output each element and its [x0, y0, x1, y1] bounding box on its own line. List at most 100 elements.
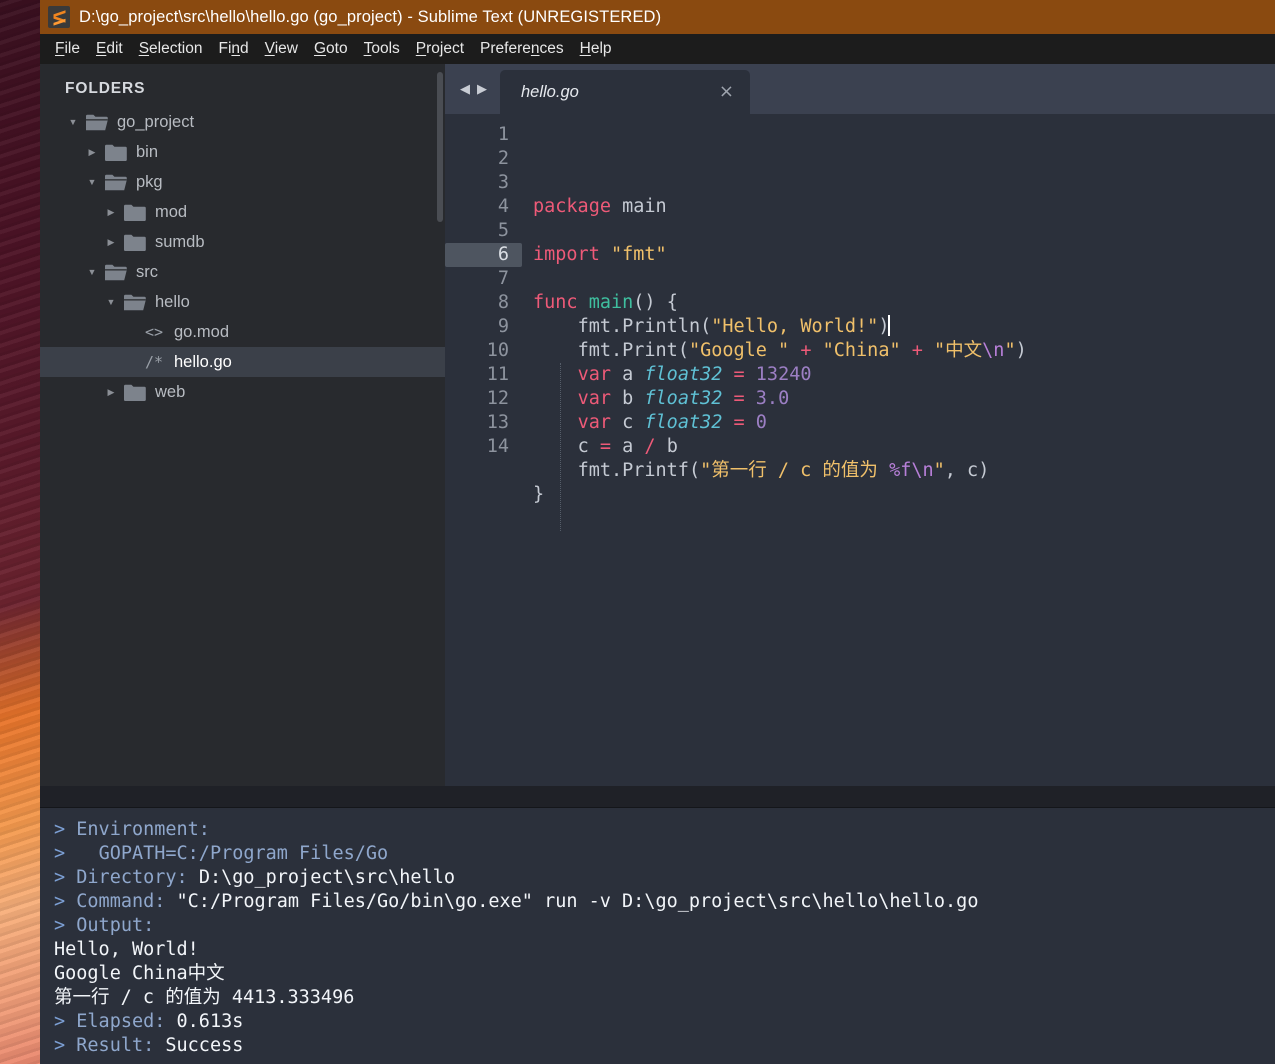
code-line: fmt.Print("Google " + "China" + "中文\n") — [533, 339, 1275, 363]
tree-item-hello[interactable]: ▼ hello — [40, 287, 445, 317]
console-label: Directory: — [76, 867, 199, 888]
tab-hello-go[interactable]: hello.go × — [500, 70, 750, 114]
tree-item-label: sumdb — [155, 233, 205, 252]
code-line: var c float32 = 0 — [533, 411, 1275, 435]
console-value: Google China中文 — [54, 963, 225, 984]
panel-separator — [40, 786, 1275, 808]
code-line: package main — [533, 195, 1275, 219]
sidebar-scrollbar[interactable] — [437, 72, 443, 222]
tree-item-label: src — [136, 263, 158, 282]
chevron-down-icon[interactable]: ▼ — [84, 268, 100, 277]
tree-item-hello-go[interactable]: /*hello.go — [40, 347, 445, 377]
side-bar: FOLDERS ▼go_project▶bin▼pkg▶mod▶sumdb▼sr… — [40, 64, 445, 786]
chevron-right-icon[interactable]: ▶ — [103, 388, 119, 397]
menu-edit[interactable]: Edit — [88, 37, 131, 61]
folder-open-icon — [105, 264, 127, 281]
mod-file-icon: <> — [143, 323, 165, 341]
console-value: D:\go_project\src\hello — [199, 867, 455, 888]
code-editor[interactable]: 1234567891011121314 package main import … — [445, 114, 1275, 786]
menu-file[interactable]: File — [47, 37, 88, 61]
chevron-right-icon[interactable]: ▶ — [84, 148, 100, 157]
text-caret — [888, 315, 890, 336]
console-label: GOPATH=C:/Program Files/Go — [99, 843, 389, 864]
line-number: 6 — [445, 243, 522, 267]
tree-item-label: mod — [155, 203, 187, 222]
chevron-right-icon[interactable]: ▶ — [103, 238, 119, 247]
code-line: c = a / b — [533, 435, 1275, 459]
tree-item-label: go.mod — [174, 323, 229, 342]
line-number: 8 — [445, 291, 522, 315]
indent-guide — [560, 363, 561, 531]
code-line: fmt.Printf("第一行 / c 的值为 %f\n", c) — [533, 459, 1275, 483]
console-line: Hello, World! — [54, 938, 1275, 962]
tab-prev-icon[interactable]: ◀ — [460, 83, 470, 96]
sublime-logo-icon — [48, 6, 70, 28]
folder-closed-icon — [124, 234, 146, 251]
console-value: 第一行 / c 的值为 4413.333496 — [54, 987, 354, 1008]
console-prompt: > — [54, 843, 99, 864]
menu-goto[interactable]: Goto — [306, 37, 356, 61]
tree-item-go-project[interactable]: ▼go_project — [40, 107, 445, 137]
console-label: Command: — [76, 891, 176, 912]
code-line: } — [533, 483, 1275, 507]
tree-indent-spacer — [122, 328, 138, 337]
menu-help[interactable]: Help — [572, 37, 620, 61]
tree-item-pkg[interactable]: ▼ pkg — [40, 167, 445, 197]
chevron-down-icon[interactable]: ▼ — [65, 118, 81, 127]
tree-item-sumdb[interactable]: ▶ sumdb — [40, 227, 445, 257]
menu-selection[interactable]: Selection — [131, 37, 211, 61]
folder-closed-icon — [124, 384, 146, 401]
line-number: 9 — [445, 315, 522, 339]
console-line: > Output: — [54, 914, 1275, 938]
console-line: > Elapsed: 0.613s — [54, 1010, 1275, 1034]
tab-nav-arrows: ◀ ▶ — [450, 64, 500, 114]
tree-item-go-mod[interactable]: <> go.mod — [40, 317, 445, 347]
window-title: D:\go_project\src\hello\hello.go (go_pro… — [79, 8, 661, 27]
line-number: 12 — [445, 387, 522, 411]
chevron-down-icon[interactable]: ▼ — [103, 298, 119, 307]
console-prompt: > — [54, 1035, 76, 1056]
folder-closed-icon — [105, 144, 127, 161]
tree-item-bin[interactable]: ▶ bin — [40, 137, 445, 167]
close-icon[interactable]: × — [717, 83, 736, 101]
tree-item-label: hello — [155, 293, 190, 312]
menu-view[interactable]: View — [257, 37, 306, 61]
sublime-text-window: D:\go_project\src\hello\hello.go (go_pro… — [40, 0, 1275, 1064]
console-line: > Directory: D:\go_project\src\hello — [54, 866, 1275, 890]
console-line: 第一行 / c 的值为 4413.333496 — [54, 986, 1275, 1010]
tree-item-web[interactable]: ▶ web — [40, 377, 445, 407]
menu-preferences[interactable]: Preferences — [472, 37, 572, 61]
go-file-icon: /* — [143, 353, 165, 371]
chevron-right-icon[interactable]: ▶ — [103, 208, 119, 217]
tree-item-label: pkg — [136, 173, 163, 192]
menu-find[interactable]: Find — [210, 37, 256, 61]
console-line: > Command: "C:/Program Files/Go/bin\go.e… — [54, 890, 1275, 914]
tree-item-label: web — [155, 383, 185, 402]
tree-item-mod[interactable]: ▶ mod — [40, 197, 445, 227]
code-content[interactable]: package main import "fmt" func main() { … — [522, 123, 1275, 786]
menu-project[interactable]: Project — [408, 37, 472, 61]
line-number: 1 — [445, 123, 522, 147]
folder-closed-icon — [124, 204, 146, 221]
tree-item-src[interactable]: ▼ src — [40, 257, 445, 287]
console-label: Output: — [76, 915, 154, 936]
build-output-console[interactable]: > Environment:> GOPATH=C:/Program Files/… — [40, 808, 1275, 1064]
workspace: FOLDERS ▼go_project▶bin▼pkg▶mod▶sumdb▼sr… — [40, 64, 1275, 1064]
line-number: 14 — [445, 435, 522, 459]
title-bar: D:\go_project\src\hello\hello.go (go_pro… — [40, 0, 1275, 34]
folder-tree: ▼go_project▶bin▼pkg▶mod▶sumdb▼src▼hello … — [40, 107, 445, 407]
tree-indent-spacer — [122, 358, 138, 367]
chevron-down-icon[interactable]: ▼ — [84, 178, 100, 187]
code-line — [533, 507, 1275, 531]
console-prompt: > — [54, 891, 76, 912]
line-number-gutter: 1234567891011121314 — [445, 123, 522, 786]
line-number: 7 — [445, 267, 522, 291]
tree-item-label: bin — [136, 143, 158, 162]
line-number: 13 — [445, 411, 522, 435]
tab-next-icon[interactable]: ▶ — [477, 83, 487, 96]
line-number: 3 — [445, 171, 522, 195]
menu-tools[interactable]: Tools — [356, 37, 408, 61]
console-label: Result: — [76, 1035, 165, 1056]
line-number: 10 — [445, 339, 522, 363]
code-line: fmt.Println("Hello, World!") — [533, 315, 1275, 339]
